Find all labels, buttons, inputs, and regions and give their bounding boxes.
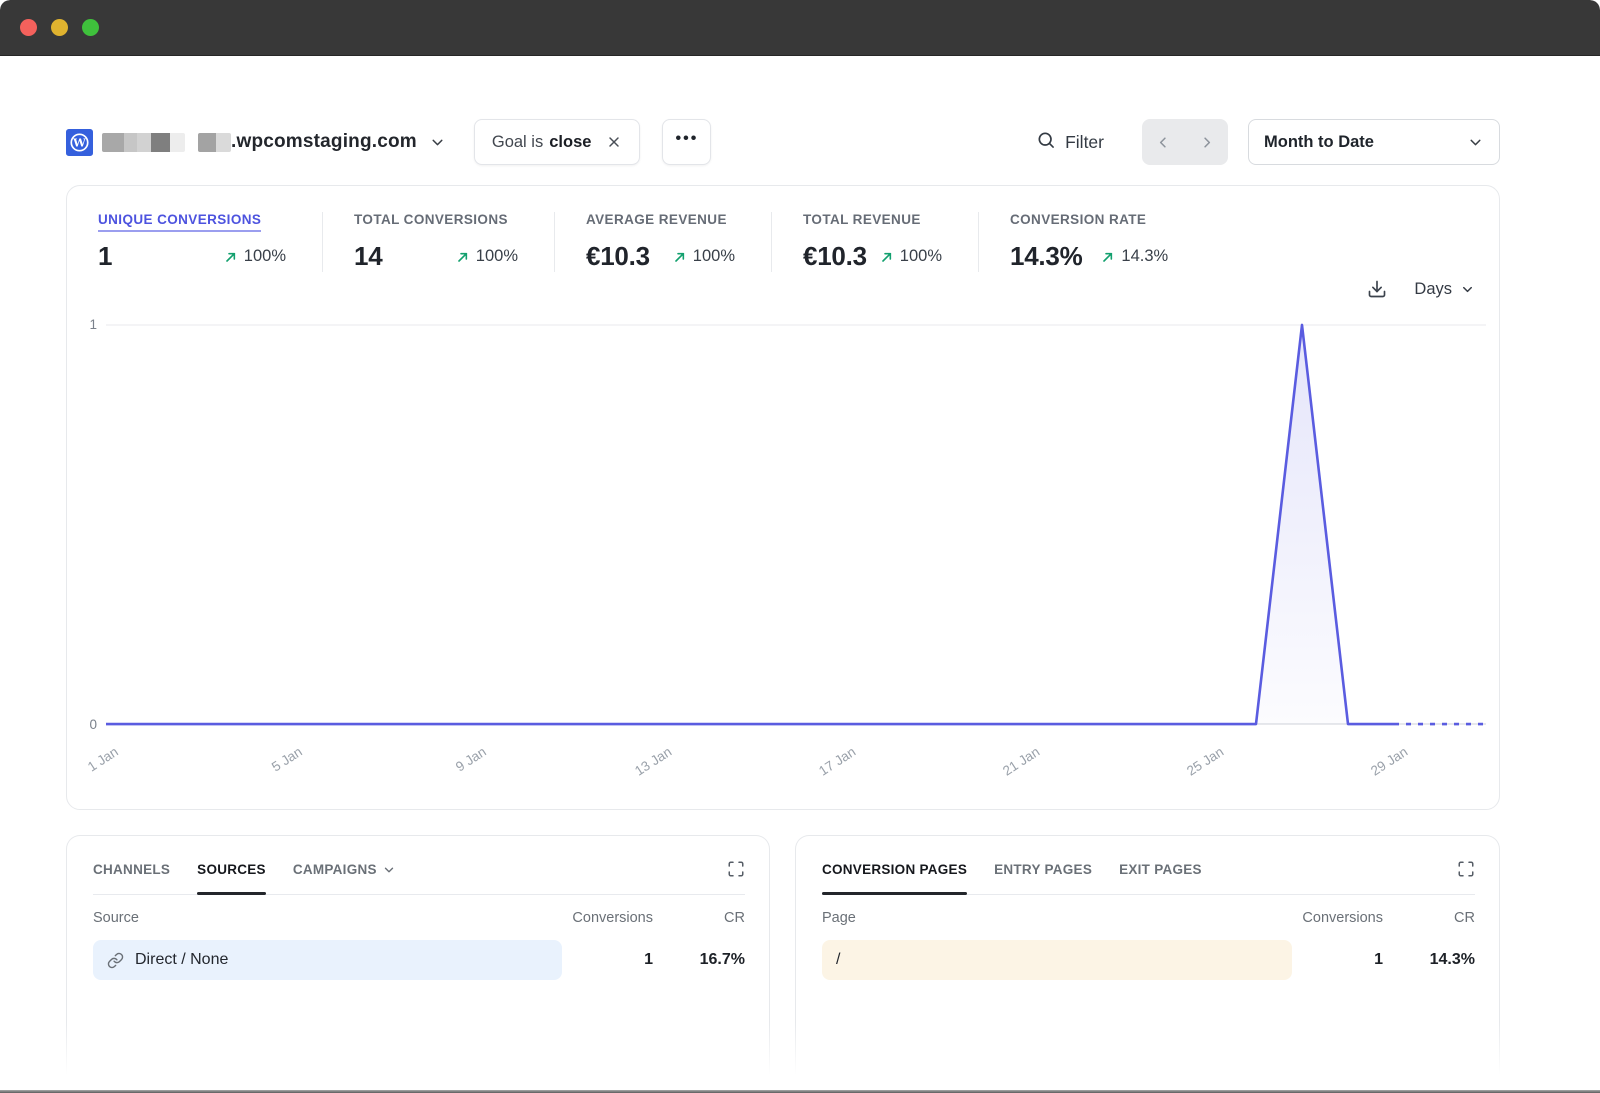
overview-card: UNIQUE CONVERSIONS 1 100% TOTAL CONVERSI… [66,185,1500,810]
chart-line [106,320,1486,729]
more-options-button[interactable]: ••• [662,119,711,165]
table-row[interactable]: Direct / None 1 16.7% [93,940,745,980]
tab-channels[interactable]: CHANNELS [93,862,170,894]
metric-change: 100% [879,247,942,266]
x-axis-label: 29 Jan [1368,744,1410,779]
metric-change: 100% [455,247,518,266]
interval-value: Days [1414,280,1452,299]
metric-value: 14.3% [1010,241,1082,272]
wordpress-icon: W [66,129,93,156]
dashboard-header: W .wpcomstaging.com Goal is close ••• Fi… [66,119,1500,165]
close-window-button[interactable] [20,19,37,36]
goal-chip-prefix: Goal is [492,133,543,152]
metric-label: TOTAL REVENUE [803,212,921,232]
trend-up-icon [223,249,239,265]
metric-change: 100% [672,247,735,266]
table-row[interactable]: / 1 14.3% [822,940,1475,980]
link-icon [107,952,124,969]
expand-card-icon[interactable] [1457,860,1475,878]
page-cr: 14.3% [1383,951,1475,969]
minimize-window-button[interactable] [51,19,68,36]
metrics-row: UNIQUE CONVERSIONS 1 100% TOTAL CONVERSI… [67,186,1499,272]
y-axis-label: 0 [89,717,97,732]
pages-card: CONVERSION PAGES ENTRY PAGES EXIT PAGES … [795,835,1500,1093]
x-axis-label: 21 Jan [1000,744,1042,779]
x-axis-label: 17 Jan [816,744,858,779]
x-axis: 1 Jan5 Jan9 Jan13 Jan17 Jan21 Jan25 Jan2… [106,729,1486,801]
pages-tabbar: CONVERSION PAGES ENTRY PAGES EXIT PAGES [822,862,1475,895]
source-name: Direct / None [135,951,228,969]
next-period-button[interactable] [1185,119,1228,165]
y-axis-label: 1 [89,317,97,332]
site-domain: .wpcomstaging.com [231,131,417,153]
pages-table-header: Page Conversions CR [822,895,1475,931]
metric-total-revenue[interactable]: TOTAL REVENUE €10.3 100% [771,212,978,272]
metric-label: AVERAGE REVENUE [586,212,727,232]
trend-up-icon [455,249,471,265]
chevron-down-icon [429,134,446,151]
search-icon [1036,130,1056,155]
trend-up-icon [879,249,895,265]
x-axis-label: 25 Jan [1184,744,1226,779]
x-axis-label: 5 Jan [269,744,305,775]
svg-text:W: W [72,135,86,149]
tab-entry-pages[interactable]: ENTRY PAGES [994,862,1092,894]
app-window: W .wpcomstaging.com Goal is close ••• Fi… [0,0,1600,1093]
metric-label: CONVERSION RATE [1010,212,1146,232]
zoom-window-button[interactable] [82,19,99,36]
date-range-select[interactable]: Month to Date [1248,119,1500,165]
tab-sources[interactable]: SOURCES [197,862,266,894]
page-conversions: 1 [1273,951,1383,969]
prev-period-button[interactable] [1142,119,1185,165]
x-axis-label: 13 Jan [632,744,674,779]
goal-chip-value: close [549,133,591,152]
filter-button[interactable]: Filter [1036,130,1104,155]
redacted-site-name [102,133,231,152]
trend-up-icon [672,249,688,265]
metric-value: €10.3 [586,241,650,272]
metric-total-conversions[interactable]: TOTAL CONVERSIONS 14 100% [322,212,554,272]
breakdown-section: CHANNELS SOURCES CAMPAIGNS Source Conver… [66,835,1500,1093]
metric-change: 100% [223,247,286,266]
date-range-value: Month to Date [1264,133,1374,152]
goal-filter-chip[interactable]: Goal is close [474,119,641,165]
metric-value: 14 [354,241,382,272]
expand-card-icon[interactable] [727,860,745,878]
chevron-down-icon [1467,134,1484,151]
remove-filter-icon[interactable] [606,134,622,150]
site-selector[interactable]: W .wpcomstaging.com [66,129,446,156]
filter-label: Filter [1065,132,1104,153]
window-titlebar [0,0,1600,56]
interval-select[interactable]: Days [1414,280,1475,299]
x-axis-label: 9 Jan [453,744,489,775]
source-cr: 16.7% [653,951,745,969]
page-path: / [836,951,840,969]
metric-average-revenue[interactable]: AVERAGE REVENUE €10.3 100% [554,212,771,272]
download-chart-icon[interactable] [1367,279,1387,299]
metric-value: €10.3 [803,241,867,272]
sources-table-header: Source Conversions CR [93,895,745,931]
y-axis: 1 0 [67,320,106,729]
metric-unique-conversions[interactable]: UNIQUE CONVERSIONS 1 100% [67,212,322,272]
metric-label: UNIQUE CONVERSIONS [98,212,261,232]
metric-change: 14.3% [1100,247,1168,266]
source-conversions: 1 [543,951,653,969]
trend-up-icon [1100,249,1116,265]
chevron-down-icon [382,863,396,877]
period-nav [1142,119,1228,165]
metric-value: 1 [98,241,112,272]
tab-conversion-pages[interactable]: CONVERSION PAGES [822,862,967,894]
x-axis-label: 1 Jan [85,744,121,775]
metric-conversion-rate[interactable]: CONVERSION RATE 14.3% 14.3% [978,212,1499,272]
sources-card: CHANNELS SOURCES CAMPAIGNS Source Conver… [66,835,770,1093]
tab-campaigns[interactable]: CAMPAIGNS [293,862,396,894]
chart-plot-area[interactable] [106,320,1486,729]
sources-tabbar: CHANNELS SOURCES CAMPAIGNS [93,862,745,895]
tab-exit-pages[interactable]: EXIT PAGES [1119,862,1202,894]
conversions-chart: 1 0 [67,320,1499,729]
chart-controls: Days [67,274,1499,304]
metric-label: TOTAL CONVERSIONS [354,212,508,232]
